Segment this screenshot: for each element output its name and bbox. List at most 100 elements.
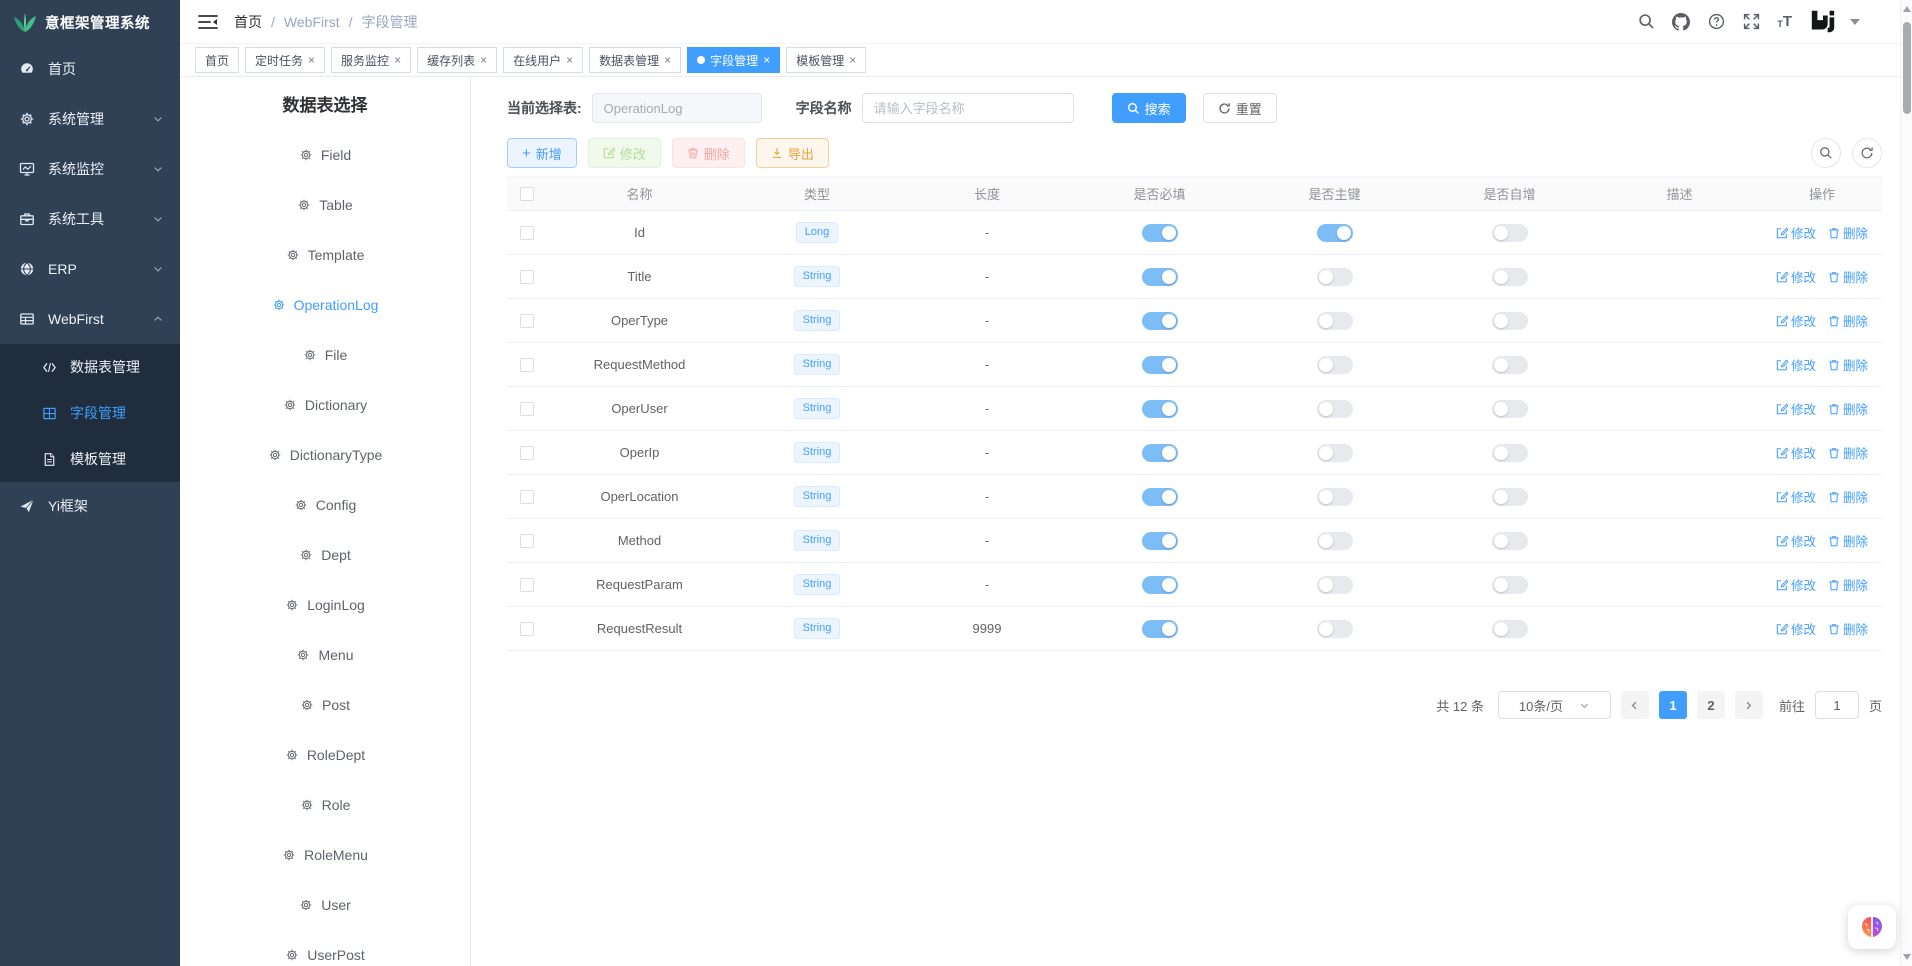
sidebar-item-5[interactable]: ERP	[0, 244, 180, 294]
sidebar-subitem-2[interactable]: 字段管理	[0, 390, 180, 436]
auto-increment-toggle[interactable]	[1492, 576, 1528, 594]
delete-button[interactable]: 删除	[672, 138, 745, 168]
row-edit-link[interactable]: 修改	[1776, 355, 1816, 374]
row-edit-link[interactable]: 修改	[1776, 267, 1816, 286]
primary-key-toggle[interactable]	[1317, 488, 1353, 506]
tree-item-config[interactable]: Config	[180, 480, 470, 530]
tab-6[interactable]: 数据表管理×	[589, 47, 681, 73]
next-page-button[interactable]	[1735, 691, 1763, 719]
row-delete-link[interactable]: 删除	[1828, 619, 1868, 638]
row-delete-link[interactable]: 删除	[1828, 443, 1868, 462]
close-icon[interactable]: ×	[394, 54, 401, 66]
close-icon[interactable]: ×	[849, 54, 856, 66]
export-button[interactable]: 导出	[756, 138, 829, 168]
font-size-icon[interactable]: TT	[1777, 14, 1792, 29]
hamburger-icon[interactable]	[198, 14, 218, 30]
reset-button[interactable]: 重置	[1203, 93, 1277, 123]
row-checkbox[interactable]	[520, 270, 534, 284]
sidebar-item-1[interactable]: 首页	[0, 44, 180, 94]
tree-item-dictionarytype[interactable]: DictionaryType	[180, 430, 470, 480]
auto-increment-toggle[interactable]	[1492, 268, 1528, 286]
auto-increment-toggle[interactable]	[1492, 224, 1528, 242]
primary-key-toggle[interactable]	[1317, 444, 1353, 462]
tree-item-file[interactable]: File	[180, 330, 470, 380]
avatar[interactable]	[1809, 8, 1837, 36]
primary-key-toggle[interactable]	[1317, 400, 1353, 418]
tree-item-role[interactable]: Role	[180, 780, 470, 830]
auto-increment-toggle[interactable]	[1492, 444, 1528, 462]
tree-item-user[interactable]: User	[180, 880, 470, 930]
search-button[interactable]: 搜索	[1112, 93, 1186, 123]
tree-item-field[interactable]: Field	[180, 130, 470, 180]
row-delete-link[interactable]: 删除	[1828, 531, 1868, 550]
row-delete-link[interactable]: 删除	[1828, 487, 1868, 506]
search-icon[interactable]	[1637, 13, 1655, 31]
required-toggle[interactable]	[1142, 268, 1178, 286]
required-toggle[interactable]	[1142, 444, 1178, 462]
close-icon[interactable]: ×	[566, 54, 573, 66]
breadcrumb-webfirst[interactable]: WebFirst	[284, 14, 340, 30]
tree-item-roledept[interactable]: RoleDept	[180, 730, 470, 780]
tree-item-operationlog[interactable]: OperationLog	[180, 280, 470, 330]
required-toggle[interactable]	[1142, 488, 1178, 506]
required-toggle[interactable]	[1142, 312, 1178, 330]
auto-increment-toggle[interactable]	[1492, 312, 1528, 330]
sidebar-item-2[interactable]: 系统管理	[0, 94, 180, 144]
close-icon[interactable]: ×	[664, 54, 671, 66]
required-toggle[interactable]	[1142, 620, 1178, 638]
required-toggle[interactable]	[1142, 400, 1178, 418]
row-checkbox[interactable]	[520, 358, 534, 372]
page-size-select[interactable]: 10条/页	[1498, 691, 1611, 719]
primary-key-toggle[interactable]	[1317, 312, 1353, 330]
auto-increment-toggle[interactable]	[1492, 356, 1528, 374]
goto-page-input[interactable]	[1815, 691, 1859, 719]
tree-item-menu[interactable]: Menu	[180, 630, 470, 680]
auto-increment-toggle[interactable]	[1492, 488, 1528, 506]
tab-5[interactable]: 在线用户×	[503, 47, 583, 73]
select-all-checkbox[interactable]	[520, 187, 534, 201]
breadcrumb-home[interactable]: 首页	[234, 12, 262, 32]
primary-key-toggle[interactable]	[1317, 576, 1353, 594]
row-edit-link[interactable]: 修改	[1776, 487, 1816, 506]
row-delete-link[interactable]: 删除	[1828, 223, 1868, 242]
row-edit-link[interactable]: 修改	[1776, 575, 1816, 594]
sidebar-subitem-1[interactable]: 数据表管理	[0, 344, 180, 390]
tab-4[interactable]: 缓存列表×	[417, 47, 497, 73]
row-checkbox[interactable]	[520, 226, 534, 240]
row-checkbox[interactable]	[520, 314, 534, 328]
app-logo[interactable]: 意框架管理系统	[0, 0, 180, 44]
row-checkbox[interactable]	[520, 622, 534, 636]
tab-1[interactable]: 首页	[195, 47, 239, 73]
row-checkbox[interactable]	[520, 446, 534, 460]
row-edit-link[interactable]: 修改	[1776, 619, 1816, 638]
row-checkbox[interactable]	[520, 402, 534, 416]
row-checkbox[interactable]	[520, 490, 534, 504]
ai-assistant-bubble[interactable]	[1848, 905, 1896, 949]
primary-key-toggle[interactable]	[1317, 532, 1353, 550]
scroll-up-arrow[interactable]	[1903, 6, 1911, 12]
scrollbar-thumb[interactable]	[1903, 22, 1911, 114]
edit-button[interactable]: 修改	[588, 138, 661, 168]
tree-item-dictionary[interactable]: Dictionary	[180, 380, 470, 430]
row-edit-link[interactable]: 修改	[1776, 311, 1816, 330]
row-delete-link[interactable]: 删除	[1828, 399, 1868, 418]
sidebar-item-7[interactable]: Yi框架	[0, 482, 180, 530]
primary-key-toggle[interactable]	[1317, 224, 1353, 242]
auto-increment-toggle[interactable]	[1492, 532, 1528, 550]
fullscreen-icon[interactable]	[1742, 13, 1760, 31]
help-icon[interactable]	[1707, 13, 1725, 31]
auto-increment-toggle[interactable]	[1492, 400, 1528, 418]
scroll-down-arrow[interactable]	[1903, 954, 1911, 960]
tab-8[interactable]: 模板管理×	[786, 47, 866, 73]
close-icon[interactable]: ×	[763, 54, 770, 66]
row-delete-link[interactable]: 删除	[1828, 355, 1868, 374]
page-button-1[interactable]: 1	[1659, 691, 1687, 719]
tab-7[interactable]: 字段管理×	[687, 47, 780, 73]
row-delete-link[interactable]: 删除	[1828, 311, 1868, 330]
prev-page-button[interactable]	[1621, 691, 1649, 719]
sidebar-item-6[interactable]: WebFirst	[0, 294, 180, 344]
tree-item-dept[interactable]: Dept	[180, 530, 470, 580]
tree-item-loginlog[interactable]: LoginLog	[180, 580, 470, 630]
required-toggle[interactable]	[1142, 532, 1178, 550]
tree-item-userpost[interactable]: UserPost	[180, 930, 470, 966]
